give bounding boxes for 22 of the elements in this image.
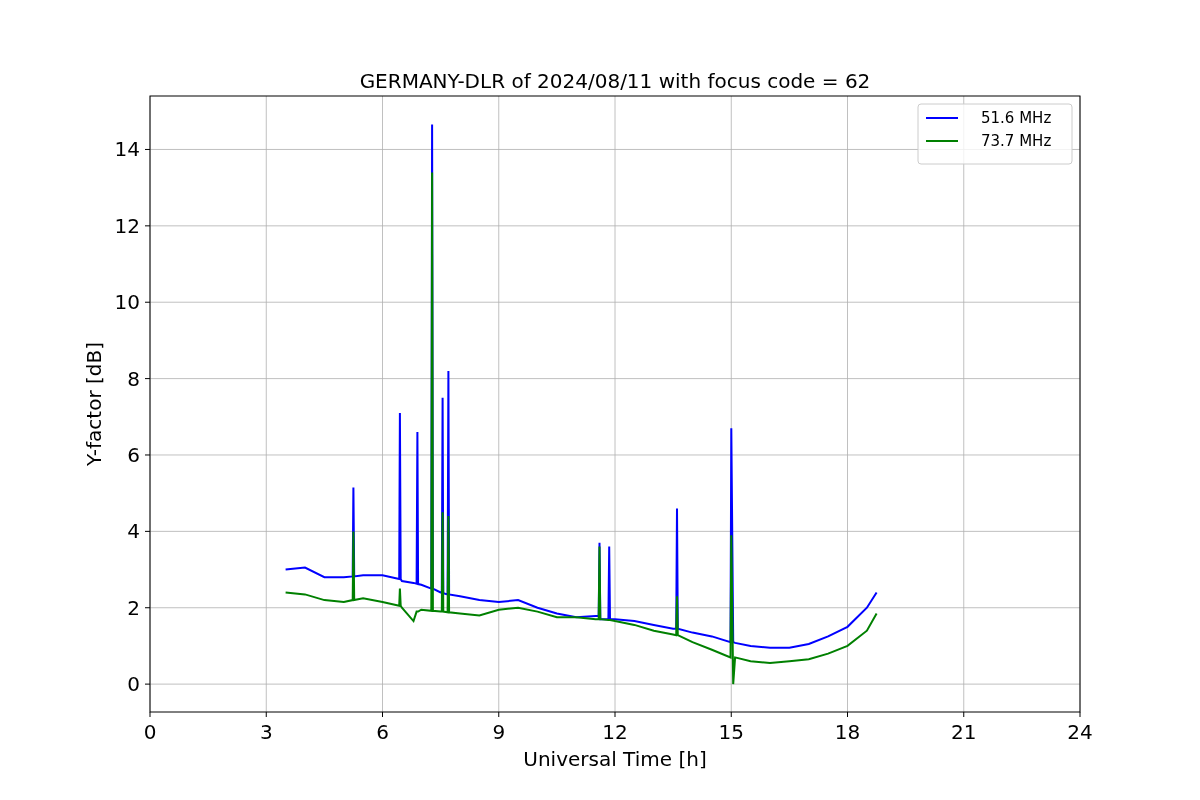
tick-label: 8 [127,366,140,391]
tick-label: 10 [114,290,140,315]
chart-title: GERMANY-DLR of 2024/08/11 with focus code = 62 [359,69,871,93]
tick-label: 0 [143,720,157,744]
tick-label: 24 [1067,720,1093,744]
tick-label: 21 [951,720,977,744]
tick-label: 12 [114,213,140,238]
tick-label: 12 [602,720,628,744]
tick-label: 2 [127,595,140,620]
tick-label: 6 [376,720,389,744]
tick-label: 6 [127,443,140,467]
tick-label: 3 [259,720,273,744]
tick-label: 18 [834,720,861,744]
tick-label: 4 [127,519,140,544]
axis-label: Y-factor [dB] [82,342,106,466]
legend-label: 73.7 MHz [981,132,1052,150]
tick-label: 9 [492,720,506,744]
axis-label: Universal Time [h] [523,747,707,771]
tick-label: 15 [718,720,744,744]
legend-label: 51.6 MHz [981,109,1052,127]
tick-label: 14 [114,137,140,162]
tick-label: 0 [127,672,140,697]
